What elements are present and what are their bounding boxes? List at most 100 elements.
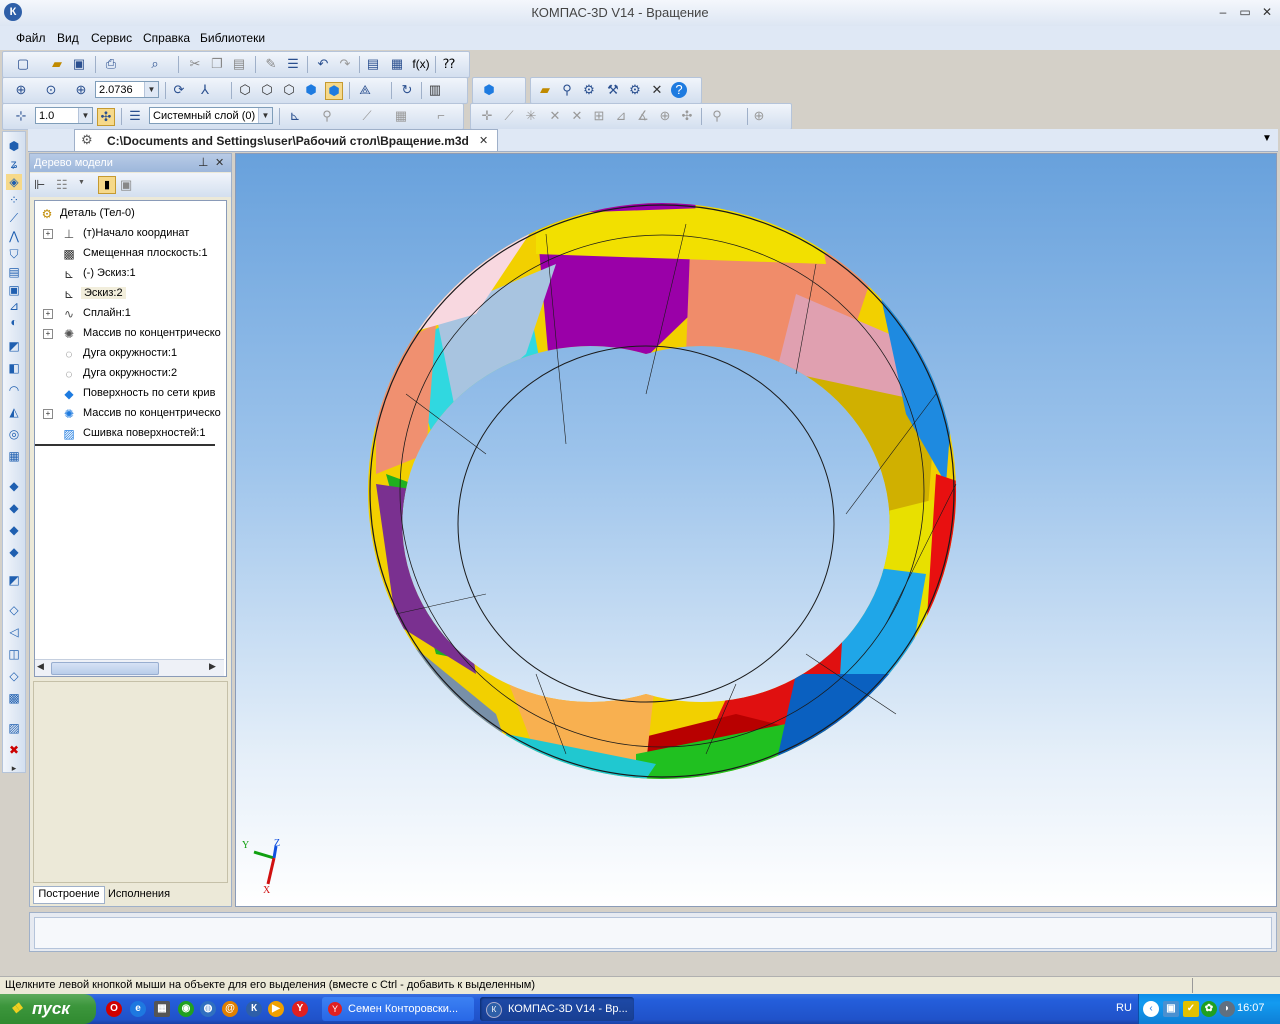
library-tree-icon[interactable]: ⚒ — [605, 82, 621, 98]
language-indicator[interactable]: RU — [1116, 1002, 1132, 1014]
elements-icon[interactable]: ▣ — [6, 282, 22, 298]
tree-hide-icon[interactable]: ▣ — [120, 177, 132, 193]
menu-libraries[interactable]: Библиотеки — [200, 31, 265, 45]
menu-service[interactable]: Сервис — [91, 31, 132, 45]
close-button[interactable]: ✕ — [1258, 4, 1276, 20]
close-tab-icon[interactable]: ✕ — [479, 134, 488, 147]
tree-item-part[interactable]: ⚙ Деталь (Тел-0) — [35, 204, 225, 224]
yandex-icon[interactable]: Y — [292, 1001, 308, 1017]
expand-icon[interactable]: + — [43, 229, 53, 239]
snap-middle-icon[interactable]: ✳ — [523, 108, 539, 124]
tree-show-icon[interactable]: ▮ — [98, 176, 116, 194]
chrome-icon[interactable]: ◉ — [178, 1001, 194, 1017]
scroll-left-icon[interactable]: ◀ — [37, 661, 44, 672]
ortho-icon[interactable]: ⟋ — [359, 108, 375, 124]
library-manager-icon[interactable]: ▦ — [389, 56, 405, 72]
layer-combo[interactable]: Системный слой (0) ▼ — [149, 107, 273, 124]
sketch-mode-icon[interactable]: ⊾ — [287, 108, 303, 124]
tabs-menu-icon[interactable]: ▼ — [1262, 133, 1272, 144]
kompas-quicklaunch-icon[interactable]: К — [246, 1001, 262, 1017]
delete-faces-icon[interactable]: ✖ — [6, 742, 22, 758]
orientation-icon[interactable]: ⅄ — [197, 82, 213, 98]
help-icon[interactable]: ? — [671, 82, 687, 98]
undo-icon[interactable]: ↶ — [315, 56, 331, 72]
print-preview-icon[interactable]: ⌕ — [147, 56, 163, 72]
snap-nearest-icon[interactable]: ✛ — [479, 108, 495, 124]
step-combo[interactable]: 1.0 ▼ — [35, 107, 93, 124]
snap-angle-icon[interactable]: ⌐ — [433, 108, 449, 124]
tab-executions[interactable]: Исполнения — [108, 887, 178, 903]
media-icon[interactable]: ▦ — [154, 1001, 170, 1017]
menu-view[interactable]: Вид — [57, 31, 79, 45]
tree-item-sketch-2[interactable]: ⊾ Эскиз:2 — [35, 284, 225, 304]
perspective-icon[interactable]: ⟁ — [357, 82, 373, 98]
zoom-scale-icon[interactable]: ⊙ — [43, 82, 59, 98]
scroll-thumb[interactable] — [51, 662, 159, 675]
surface-points-icon[interactable]: ◆ — [6, 478, 22, 494]
report-icon[interactable]: ▤ — [6, 264, 22, 280]
layers-icon[interactable]: ☰ — [127, 108, 143, 124]
arrays-icon[interactable]: ⁘ — [6, 192, 22, 208]
paste-icon[interactable]: ▤ — [231, 56, 247, 72]
edit-details-icon[interactable]: ⬢ — [6, 138, 22, 154]
aux-geometry-icon[interactable]: ⟋ — [6, 210, 22, 226]
chevron-down-icon[interactable]: ▼ — [78, 179, 85, 186]
tree-horizontal-scrollbar[interactable]: ◀ ▶ — [35, 659, 224, 676]
snap-intersect-icon[interactable]: ✕ — [547, 108, 563, 124]
step-cursor-icon[interactable]: ✣ — [97, 108, 115, 126]
tray-expand-icon[interactable]: ‹ — [1143, 1001, 1159, 1017]
zoom-window-icon[interactable]: ⊕ — [13, 82, 29, 98]
snap-point-icon[interactable]: ✣ — [679, 108, 695, 124]
tab-build[interactable]: Построение — [33, 886, 105, 904]
patch-icon[interactable]: ◎ — [6, 426, 22, 442]
ruled-surface-icon[interactable]: ◩ — [6, 572, 22, 588]
menu-help[interactable]: Справка — [143, 31, 190, 45]
fillet-surface-icon[interactable]: ◇ — [6, 668, 22, 684]
spatial-curves-icon[interactable]: ʑ — [6, 156, 22, 172]
surfaces-icon[interactable]: ◈ — [6, 174, 22, 190]
tree-item-arc-2[interactable]: ◌ Дуга окружности:2 — [35, 364, 225, 384]
variables-icon[interactable]: f(x) — [409, 56, 433, 72]
volume-icon[interactable]: ◗ — [1219, 1001, 1235, 1017]
dimensions-icon[interactable]: ⊿ — [6, 298, 22, 314]
surface-cloud-icon[interactable]: ◆ — [6, 544, 22, 560]
expand-icon[interactable]: + — [43, 409, 53, 419]
sheet-metal-icon[interactable]: ◐ — [6, 314, 22, 330]
expand-icon[interactable]: + — [43, 329, 53, 339]
save-icon[interactable]: ▣ — [71, 56, 87, 72]
grid-icon[interactable]: ▦ — [393, 108, 409, 124]
parametric-icon[interactable]: ⚲ — [319, 108, 335, 124]
open-folder-icon[interactable]: ▰ — [49, 56, 65, 72]
wireframe-icon[interactable]: ⬡ — [237, 82, 253, 98]
tree-item-array-2[interactable]: + ✺ Массив по концентрическо — [35, 404, 225, 424]
tree-item-spline[interactable]: + ∿ Сплайн:1 — [35, 304, 225, 324]
cut-icon[interactable]: ✂ — [187, 56, 203, 72]
tree-item-stitch[interactable]: ▨ Сшивка поверхностей:1 — [35, 424, 215, 446]
app-icon[interactable]: ◍ — [200, 1001, 216, 1017]
snap-center-icon[interactable]: ⊕ — [657, 108, 673, 124]
surface-curves-icon[interactable]: ◆ — [6, 500, 22, 516]
expand-icon[interactable]: + — [43, 309, 53, 319]
library-folder-icon[interactable]: ▰ — [537, 82, 553, 98]
stitch-surface-icon[interactable]: ▩ — [6, 690, 22, 706]
trim-surface-icon[interactable]: ◫ — [6, 646, 22, 662]
snap-end-icon[interactable]: ⟋ — [501, 108, 517, 124]
more-tools-icon[interactable]: ▸ — [6, 760, 22, 776]
tree-item-origin[interactable]: + ⊥ (т)Начало координат — [35, 224, 225, 244]
task-kompas[interactable]: К КОМПАС-3D V14 - Вр... — [480, 997, 634, 1021]
measure-icon[interactable]: ▥ — [427, 82, 443, 98]
tree-structure-icon[interactable]: ⊩ — [34, 177, 45, 193]
local-cs-icon[interactable]: ⊹ — [13, 108, 29, 124]
ring-model[interactable] — [236, 154, 1276, 906]
copy-icon[interactable]: ❐ — [209, 56, 225, 72]
extend-surface-icon[interactable]: ◁ — [6, 624, 22, 640]
security-icon[interactable]: ✓ — [1183, 1001, 1199, 1017]
extrude-surface-icon[interactable]: ◩ — [6, 338, 22, 354]
new-file-icon[interactable]: ▢ — [15, 56, 31, 72]
context-help-icon[interactable]: ⁇ — [441, 56, 457, 72]
tree-view-mode-icon[interactable]: ☷ — [56, 177, 68, 193]
task-browser[interactable]: Y Семен Конторовски... — [322, 997, 474, 1021]
3d-model-icon[interactable]: ⬢ — [481, 82, 497, 98]
halftone-icon[interactable]: ⬢ — [303, 82, 319, 98]
opera-icon[interactable]: O — [106, 1001, 122, 1017]
